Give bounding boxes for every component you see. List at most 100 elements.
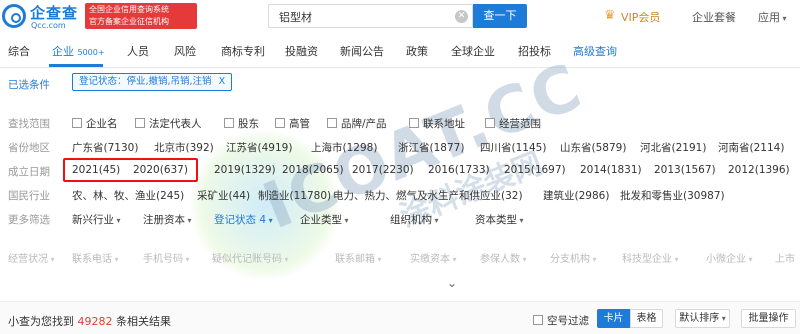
checkbox-icon[interactable] — [72, 118, 82, 128]
tab-all[interactable]: 综合 — [8, 43, 30, 59]
organization-dropdown[interactable]: 组织机构 — [390, 212, 439, 227]
year-option[interactable]: 2016(1733) — [428, 164, 490, 176]
checkbox-icon[interactable] — [533, 315, 543, 325]
tab-news[interactable]: 新闻公告 — [340, 43, 384, 59]
year-option[interactable]: 2021(45) — [72, 164, 120, 176]
apps-menu-label[interactable]: 应用 — [758, 11, 780, 24]
year-option[interactable]: 2018(2065) — [282, 164, 344, 176]
batch-operations-button[interactable]: 批量操作 — [741, 309, 796, 328]
apps-menu[interactable]: 应用 ▾ — [758, 9, 787, 25]
region-option[interactable]: 江苏省(4919) — [226, 140, 292, 155]
search-input-value[interactable]: 铝型材 — [279, 9, 312, 25]
sort-dropdown-label: 默认排序 — [679, 313, 720, 324]
region-option[interactable]: 河北省(2191) — [640, 140, 706, 155]
hidden-filter-dropdown[interactable]: 联系邮箱 — [335, 250, 382, 265]
chevron-down-icon: ▾ — [719, 314, 726, 323]
hidden-filter-dropdown[interactable]: 实缴资本 — [410, 250, 457, 265]
checkbox-icon[interactable] — [485, 118, 495, 128]
region-option[interactable]: 北京市(392) — [154, 140, 214, 155]
result-tabs: 综合 企业 5000+ 人员 风险 商标专利 投融资 新闻公告 政策 全球企业 … — [0, 34, 800, 68]
checkbox-icon[interactable] — [409, 118, 419, 128]
scope-option-brand-product[interactable]: 品牌/产品 — [327, 116, 387, 131]
hidden-filter-dropdown[interactable]: 疑似代记账号码 — [212, 250, 289, 265]
checkbox-icon[interactable] — [275, 118, 285, 128]
industry-option[interactable]: 制造业(11780) — [258, 188, 331, 203]
slogan-line-2: 官方备案企业征信机构 — [89, 17, 169, 26]
vip-crown-icon[interactable]: ♛ — [604, 8, 616, 23]
hidden-filter-dropdown[interactable]: 联系电话 — [72, 250, 119, 265]
tab-global[interactable]: 全球企业 — [451, 43, 495, 59]
industry-option[interactable]: 采矿业(44) — [197, 188, 250, 203]
year-option[interactable]: 2017(2230) — [352, 164, 414, 176]
region-option[interactable]: 四川省(1145) — [480, 140, 546, 155]
industry-option[interactable]: 批发和零售业(30987) — [620, 188, 725, 203]
tab-risk[interactable]: 风险 — [174, 43, 196, 59]
selected-conditions-label: 已选条件 — [8, 79, 50, 91]
tab-investment[interactable]: 投融资 — [285, 43, 318, 59]
vip-link[interactable]: VIP会员 — [621, 9, 660, 25]
tab-policy[interactable]: 政策 — [406, 43, 428, 59]
capital-type-dropdown[interactable]: 资本类型 — [475, 212, 524, 227]
region-option[interactable]: 河南省(2114) — [718, 140, 784, 155]
scope-option-address[interactable]: 联系地址 — [409, 116, 465, 131]
checkbox-icon[interactable] — [224, 118, 234, 128]
scope-option-label: 法定代表人 — [149, 118, 202, 130]
scope-option-label: 高管 — [289, 118, 310, 130]
registration-status-dropdown[interactable]: 登记状态 4 — [214, 212, 273, 227]
logo-domain[interactable]: Qcc.com — [31, 21, 66, 30]
slogan-badge: 全国企业信用查询系统 官方备案企业征信机构 — [85, 3, 197, 29]
year-option[interactable]: 2019(1329) — [214, 164, 276, 176]
industry-option[interactable]: 建筑业(2986) — [543, 188, 609, 203]
table-view-button[interactable]: 表格 — [630, 309, 663, 328]
industry-label: 国民行业 — [8, 190, 50, 202]
result-count: 49282 — [77, 315, 113, 328]
hidden-filter-dropdown[interactable]: 分支机构 — [550, 250, 597, 265]
region-option[interactable]: 浙江省(1877) — [398, 140, 464, 155]
expand-chevron-icon[interactable]: ⌄ — [447, 276, 457, 290]
close-icon[interactable]: X — [219, 76, 226, 87]
hidden-filter-dropdown[interactable]: 经营状况 — [8, 250, 55, 265]
logo-title[interactable]: 企查查 — [30, 2, 78, 23]
selected-condition-tag[interactable]: 登记状态：停业,撤销,吊销,注销 X — [72, 73, 233, 91]
year-option[interactable]: 2020(637) — [133, 164, 188, 176]
search-input[interactable]: 铝型材 ✕ — [268, 4, 473, 28]
tab-company[interactable]: 企业 5000+ — [52, 43, 105, 59]
industry-option[interactable]: 农、林、牧、渔业(245) — [72, 188, 184, 203]
checkbox-icon[interactable] — [327, 118, 337, 128]
scope-option-company-name[interactable]: 企业名 — [72, 116, 118, 131]
search-button[interactable]: 查一下 — [473, 4, 527, 28]
checkbox-icon[interactable] — [135, 118, 145, 128]
scope-option-business-scope[interactable]: 经营范围 — [485, 116, 541, 131]
scope-option-legal-rep[interactable]: 法定代表人 — [135, 116, 202, 131]
hidden-filter-dropdown[interactable]: 上市 — [775, 250, 795, 265]
year-option[interactable]: 2015(1697) — [504, 164, 566, 176]
enterprise-package-link[interactable]: 企业套餐 — [692, 9, 736, 25]
region-option[interactable]: 广东省(7130) — [72, 140, 138, 155]
empty-number-filter[interactable]: 空号过滤 — [533, 313, 589, 328]
region-option[interactable]: 山东省(5879) — [560, 140, 626, 155]
tab-advanced-search[interactable]: 高级查询 — [573, 43, 617, 59]
result-suffix: 条相关结果 — [116, 315, 171, 328]
scope-option-shareholder[interactable]: 股东 — [224, 116, 259, 131]
emerging-industry-dropdown[interactable]: 新兴行业 — [72, 212, 121, 227]
tab-company-label[interactable]: 企业 — [52, 45, 74, 58]
hidden-filter-dropdown[interactable]: 手机号码 — [143, 250, 190, 265]
clear-icon[interactable]: ✕ — [455, 10, 468, 23]
card-view-button[interactable]: 卡片 — [597, 309, 630, 328]
year-option[interactable]: 2014(1831) — [580, 164, 642, 176]
industry-option[interactable]: 电力、热力、燃气及水生产和供应业(32) — [333, 188, 523, 203]
year-option[interactable]: 2013(1567) — [654, 164, 716, 176]
hidden-filter-dropdown[interactable]: 科技型企业 — [622, 250, 679, 265]
region-option[interactable]: 上海市(1298) — [311, 140, 377, 155]
registered-capital-dropdown[interactable]: 注册资本 — [143, 212, 192, 227]
hidden-filter-dropdown[interactable]: 小微企业 — [706, 250, 753, 265]
sort-dropdown[interactable]: 默认排序 ▾ — [675, 309, 730, 328]
tab-trademark-patent[interactable]: 商标专利 — [221, 43, 265, 59]
hidden-filter-dropdown[interactable]: 参保人数 — [480, 250, 527, 265]
scope-option-executive[interactable]: 高管 — [275, 116, 310, 131]
company-type-dropdown[interactable]: 企业类型 — [300, 212, 349, 227]
qcc-logo-icon[interactable] — [2, 4, 26, 28]
year-option[interactable]: 2012(1396) — [728, 164, 790, 176]
result-summary: 小查为您找到 49282 条相关结果 — [8, 313, 171, 329]
tab-people[interactable]: 人员 — [127, 43, 149, 59]
